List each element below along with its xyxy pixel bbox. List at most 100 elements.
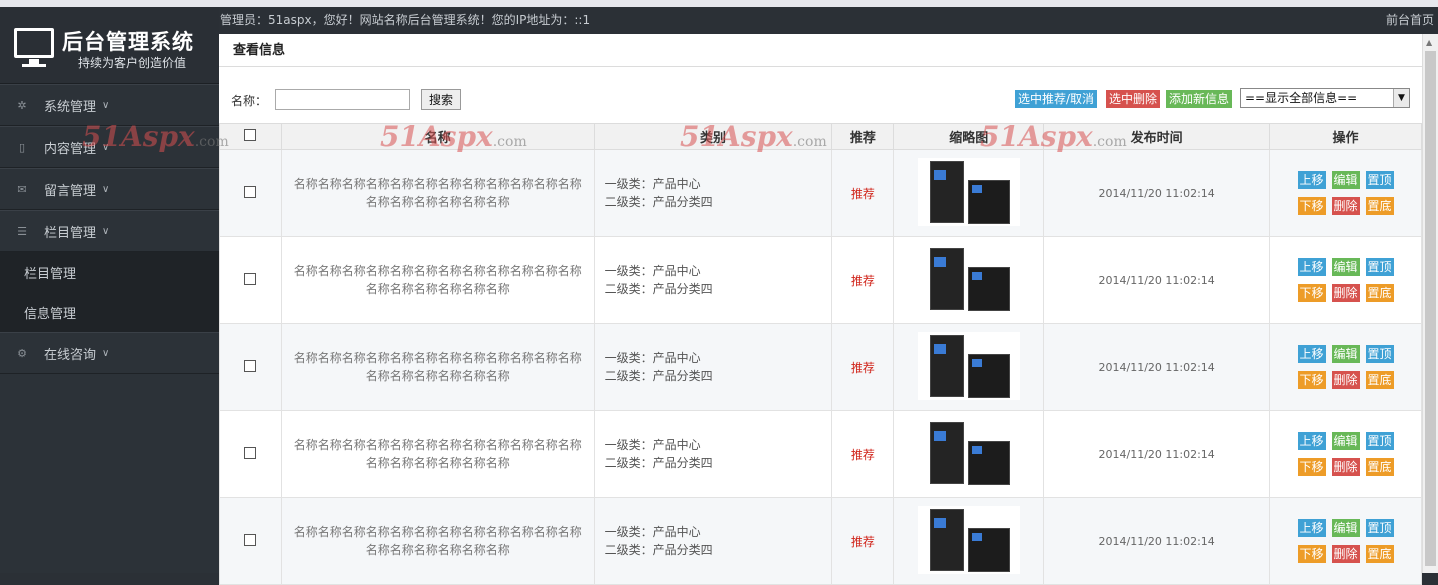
sidebar-menu: ✲ 系统管理 ∨ ▯ 内容管理 ∨ ✉ 留言管理 ∨ ☰ 栏目管理 ∨ 栏目管理… [0, 84, 219, 374]
row-select-cell [219, 497, 282, 585]
row-checkbox[interactable] [244, 272, 257, 285]
row-checkbox[interactable] [244, 359, 257, 372]
edit-button[interactable]: 编辑 [1331, 432, 1360, 450]
col-header-name: 名称 [280, 123, 595, 150]
chevron-down-icon: ∨ [102, 347, 110, 359]
product-thumbnail-image[interactable] [917, 244, 1020, 313]
product-thumbnail-image[interactable] [917, 331, 1020, 400]
row-category-level1: 一级类：产品中心 [604, 264, 701, 278]
table-row: 名称名称名称名称名称名称名称名称名称名称名称名称名称名称名称名称名称名称 一级类：… [219, 236, 1422, 324]
select-all-checkbox[interactable] [244, 128, 257, 141]
pin-bottom-button[interactable]: 置底 [1365, 458, 1394, 476]
move-up-button[interactable]: 上移 [1297, 258, 1326, 276]
row-thumbnail [893, 410, 1045, 498]
delete-button[interactable]: 删除 [1331, 458, 1360, 476]
row-checkbox[interactable] [244, 533, 257, 546]
delete-button[interactable]: 删除 [1331, 545, 1360, 563]
row-category-level2: 二级类：产品分类四 [604, 456, 713, 470]
delete-button[interactable]: 删除 [1331, 284, 1360, 302]
row-actions: 上移 编辑 置顶下移 删除 置底 [1269, 236, 1422, 324]
row-date: 2014/11/20 11:02:14 [1043, 323, 1271, 411]
col-header-recommend: 推荐 [831, 123, 895, 150]
pin-top-button[interactable]: 置顶 [1365, 345, 1394, 363]
col-header-thumbnail: 缩略图 [893, 123, 1045, 150]
move-up-button[interactable]: 上移 [1297, 519, 1326, 537]
pin-top-button[interactable]: 置顶 [1365, 258, 1394, 276]
search-input[interactable] [275, 89, 410, 110]
scrollbar-thumb[interactable] [1425, 51, 1436, 566]
row-checkbox[interactable] [244, 446, 257, 459]
pin-bottom-button[interactable]: 置底 [1365, 284, 1394, 302]
sidebar-item-label: 系统管理 [44, 99, 97, 115]
row-category: 一级类：产品中心 二级类：产品分类四 [593, 149, 833, 237]
chevron-down-icon[interactable]: ▼ [1393, 89, 1409, 107]
sidebar-item-system[interactable]: ✲ 系统管理 ∨ [0, 84, 219, 126]
sidebar-item-label: 内容管理 [44, 141, 97, 157]
row-thumbnail [893, 323, 1045, 411]
logo-title: 后台管理系统 [62, 30, 194, 54]
delete-button[interactable]: 删除 [1331, 371, 1360, 389]
move-down-button[interactable]: 下移 [1297, 545, 1326, 563]
move-up-button[interactable]: 上移 [1297, 171, 1326, 189]
sidebar-item-consult[interactable]: ⚙ 在线咨询 ∨ [0, 332, 219, 374]
sidebar-item-columns[interactable]: ☰ 栏目管理 ∨ [0, 210, 219, 252]
row-category-level1: 一级类：产品中心 [604, 525, 701, 539]
sidebar-subitem-info[interactable]: 信息管理 [0, 292, 219, 332]
row-checkbox[interactable] [244, 185, 257, 198]
edit-button[interactable]: 编辑 [1331, 519, 1360, 537]
scroll-up-icon[interactable]: ▲ [1426, 38, 1432, 47]
edit-button[interactable]: 编辑 [1331, 345, 1360, 363]
pin-bottom-button[interactable]: 置底 [1365, 545, 1394, 563]
pin-top-button[interactable]: 置顶 [1365, 519, 1394, 537]
add-info-button[interactable]: 添加新信息 [1166, 90, 1233, 108]
move-up-button[interactable]: 上移 [1297, 345, 1326, 363]
row-recommend: 推荐 [831, 410, 895, 498]
delete-selected-button[interactable]: 选中删除 [1106, 90, 1161, 108]
move-down-button[interactable]: 下移 [1297, 284, 1326, 302]
edit-button[interactable]: 编辑 [1331, 171, 1360, 189]
row-select-cell [219, 236, 282, 324]
document-icon: ▯ [18, 140, 26, 154]
pin-bottom-button[interactable]: 置底 [1365, 371, 1394, 389]
gears-icon: ⚙ [17, 346, 27, 360]
row-select-cell [219, 149, 282, 237]
sidebar-item-label: 栏目管理 [44, 225, 97, 241]
chevron-down-icon: ∨ [102, 99, 110, 111]
recommend-selected-button[interactable]: 选中推荐/取消 [1015, 90, 1098, 108]
pin-top-button[interactable]: 置顶 [1365, 432, 1394, 450]
filter-select[interactable]: ==显示全部信息== ▼ [1240, 88, 1410, 108]
row-category-level2: 二级类：产品分类四 [604, 195, 713, 209]
sidebar-item-content[interactable]: ▯ 内容管理 ∨ [0, 126, 219, 168]
list-icon: ☰ [17, 224, 27, 238]
sidebar-item-label: 在线咨询 [44, 347, 97, 363]
row-date: 2014/11/20 11:02:14 [1043, 410, 1271, 498]
move-down-button[interactable]: 下移 [1297, 371, 1326, 389]
row-name: 名称名称名称名称名称名称名称名称名称名称名称名称名称名称名称名称名称名称 [280, 410, 595, 498]
move-up-button[interactable]: 上移 [1297, 432, 1326, 450]
table-row: 名称名称名称名称名称名称名称名称名称名称名称名称名称名称名称名称名称名称 一级类：… [219, 149, 1422, 237]
sidebar-item-messages[interactable]: ✉ 留言管理 ∨ [0, 168, 219, 210]
row-thumbnail [893, 236, 1045, 324]
vertical-scrollbar[interactable]: ▲ [1422, 34, 1438, 573]
move-down-button[interactable]: 下移 [1297, 197, 1326, 215]
search-button[interactable]: 搜索 [421, 89, 461, 110]
pin-top-button[interactable]: 置顶 [1365, 171, 1394, 189]
monitor-icon [14, 28, 54, 67]
edit-button[interactable]: 编辑 [1331, 258, 1360, 276]
logo: 后台管理系统 持续为客户创造价值 [0, 7, 219, 84]
delete-button[interactable]: 删除 [1331, 197, 1360, 215]
row-category-level2: 二级类：产品分类四 [604, 282, 713, 296]
page-title: 查看信息 [219, 34, 1422, 67]
row-category-level2: 二级类：产品分类四 [604, 543, 713, 557]
sidebar-subitem-columns[interactable]: 栏目管理 [0, 252, 219, 292]
product-thumbnail-image[interactable] [917, 418, 1020, 487]
row-actions: 上移 编辑 置顶下移 删除 置底 [1269, 497, 1422, 585]
row-thumbnail [893, 497, 1045, 585]
product-thumbnail-image[interactable] [917, 505, 1020, 574]
move-down-button[interactable]: 下移 [1297, 458, 1326, 476]
front-page-link[interactable]: 前台首页 [1386, 7, 1434, 34]
row-actions: 上移 编辑 置顶下移 删除 置底 [1269, 323, 1422, 411]
row-date: 2014/11/20 11:02:14 [1043, 497, 1271, 585]
pin-bottom-button[interactable]: 置底 [1365, 197, 1394, 215]
product-thumbnail-image[interactable] [917, 157, 1020, 226]
